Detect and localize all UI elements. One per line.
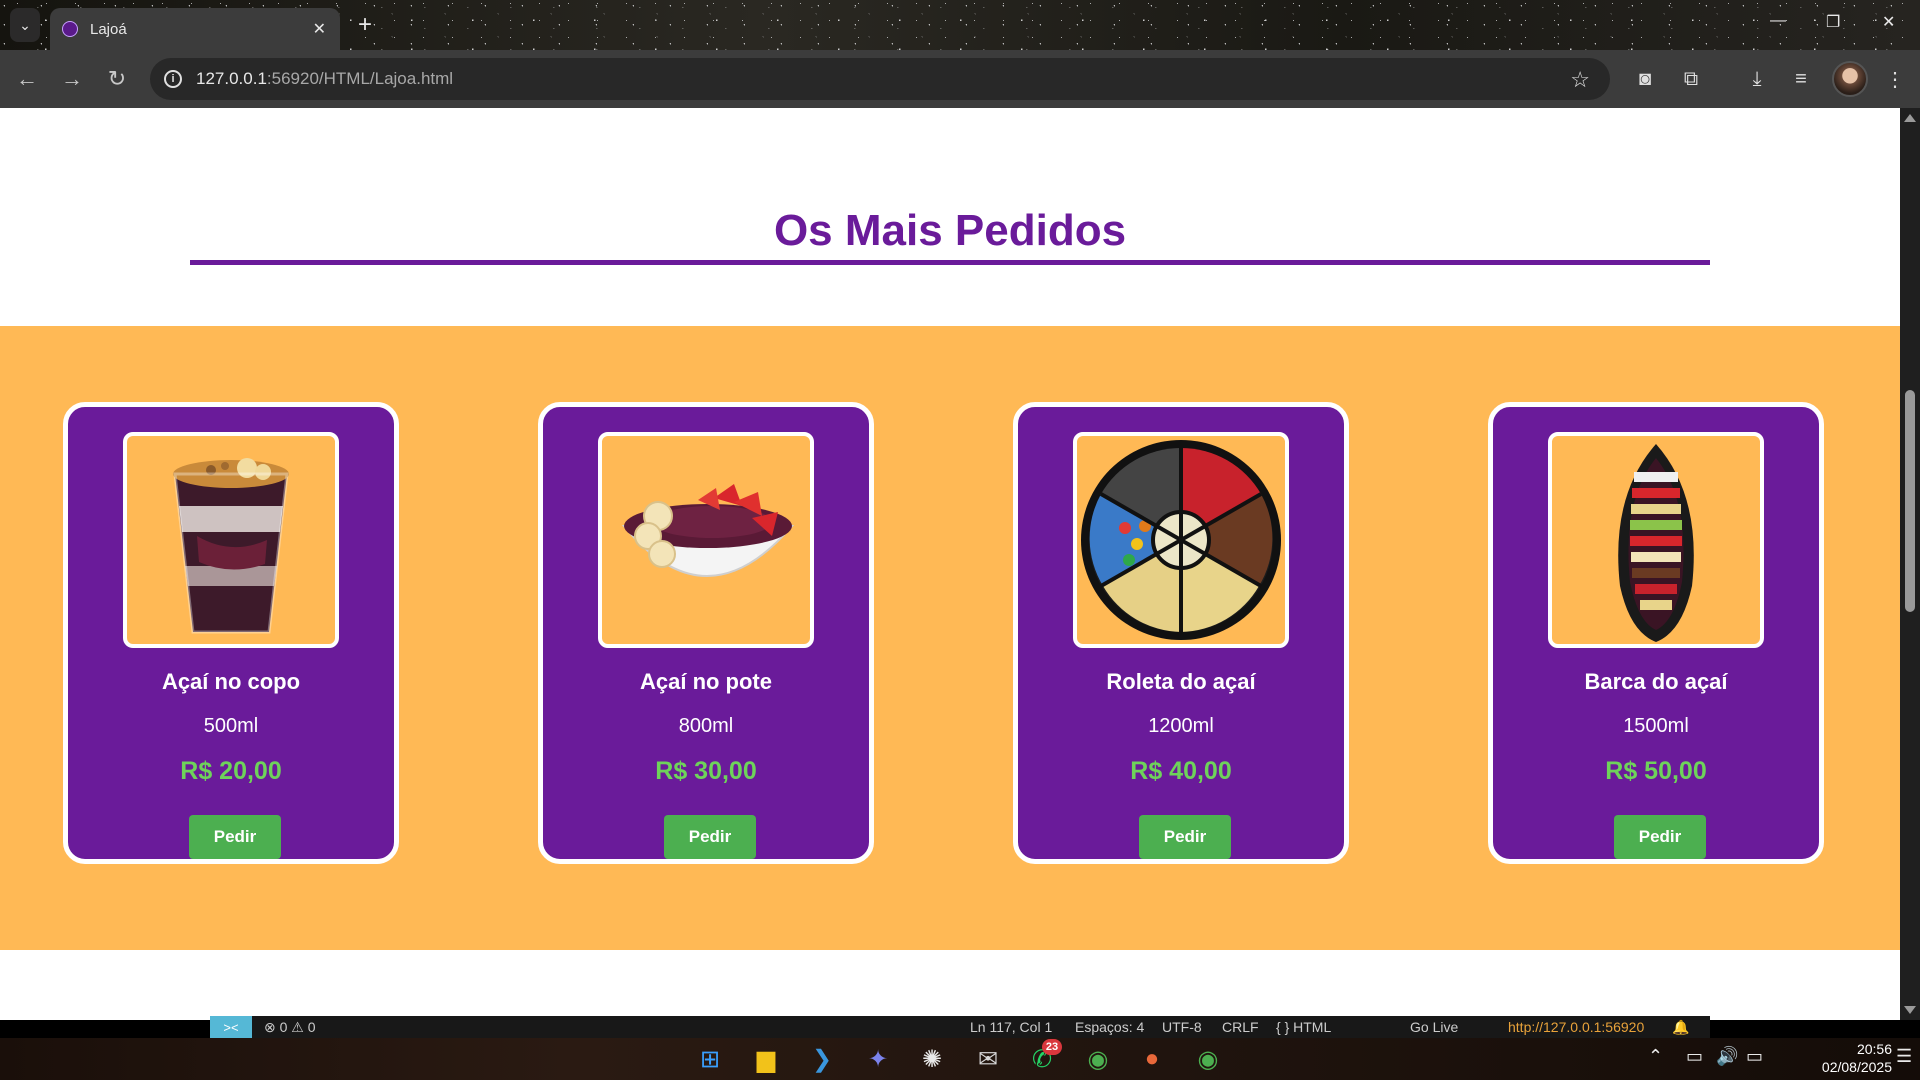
download-icon[interactable]: ⤓ bbox=[1742, 64, 1772, 94]
windows-start-icon[interactable]: ⊞ bbox=[690, 1041, 730, 1077]
products-band: Açaí no copo 500ml R$ 20,00 Pedir Açaí n… bbox=[0, 326, 1900, 950]
favicon-icon bbox=[62, 21, 78, 37]
product-name: Roleta do açaí bbox=[1106, 669, 1256, 694]
order-button[interactable]: Pedir bbox=[189, 815, 281, 859]
language-mode[interactable]: { } HTML bbox=[1276, 1019, 1331, 1035]
product-card: Barca do açaí 1500ml R$ 50,00 Pedir bbox=[1488, 402, 1824, 864]
mail-icon[interactable]: ✉ bbox=[968, 1041, 1008, 1077]
whatsapp-icon[interactable]: ✆ 23 bbox=[1022, 1039, 1062, 1077]
extensions-icon[interactable]: ⧉ bbox=[1676, 64, 1706, 94]
problems-count[interactable]: ⊗ 0 ⚠ 0 bbox=[264, 1019, 316, 1036]
tab-lajoa[interactable]: Lajoá ✕ bbox=[50, 8, 340, 50]
tab-title: Lajoá bbox=[90, 20, 127, 38]
chrome-icon[interactable]: ◉ bbox=[1078, 1041, 1118, 1077]
tray-chevron-icon[interactable]: ⌃ bbox=[1648, 1046, 1663, 1067]
product-card: Açaí no copo 500ml R$ 20,00 Pedir bbox=[63, 402, 399, 864]
browser-toolbar: ← → ↻ i 127.0.0.1:56920/HTML/Lajoa.html … bbox=[0, 50, 1920, 108]
product-price: R$ 30,00 bbox=[655, 757, 757, 785]
product-volume: 800ml bbox=[678, 715, 734, 737]
minimize-icon[interactable]: — bbox=[1770, 12, 1786, 30]
product-price: R$ 50,00 bbox=[1605, 757, 1707, 785]
chrome-profile-icon[interactable]: ◉ bbox=[1188, 1041, 1228, 1077]
new-tab-button[interactable]: + bbox=[350, 10, 380, 40]
remote-icon[interactable]: >< bbox=[210, 1016, 252, 1038]
product-volume: 1500ml bbox=[1623, 715, 1689, 737]
menu-kebab-icon[interactable]: ⋮ bbox=[1880, 64, 1910, 94]
product-price: R$ 20,00 bbox=[180, 757, 282, 785]
clock-time: 20:56 bbox=[1856, 1041, 1892, 1057]
product-image-barca bbox=[1548, 432, 1764, 648]
vscode-icon[interactable]: ❯ bbox=[802, 1041, 842, 1077]
encoding[interactable]: UTF-8 bbox=[1162, 1019, 1202, 1035]
product-card: Roleta do açaí 1200ml R$ 40,00 Pedir bbox=[1013, 402, 1349, 864]
taskbar-clock[interactable]: 20:56 02/08/2025 bbox=[1782, 1040, 1892, 1076]
vscode-status-bar: >< ⊗ 0 ⚠ 0 Ln 117, Col 1 Espaços: 4 UTF-… bbox=[210, 1016, 1710, 1038]
tab-search-button[interactable]: ⌄ bbox=[10, 8, 40, 42]
title-underline bbox=[190, 260, 1710, 265]
forward-icon[interactable]: → bbox=[57, 64, 87, 94]
product-card: Açaí no pote 800ml R$ 30,00 Pedir bbox=[538, 402, 874, 864]
product-name: Açaí no copo bbox=[161, 669, 301, 694]
product-volume: 1200ml bbox=[1148, 715, 1214, 737]
cursor-position[interactable]: Ln 117, Col 1 bbox=[970, 1019, 1052, 1035]
page-scrollbar[interactable] bbox=[1900, 108, 1920, 1020]
notifications-icon[interactable]: ☰ bbox=[1896, 1046, 1912, 1067]
product-name: Açaí no pote bbox=[639, 669, 772, 694]
scroll-up-icon[interactable] bbox=[1904, 114, 1916, 122]
product-volume: 500ml bbox=[203, 715, 259, 737]
windows-taskbar: ⊞ ▆ ❯ ✦ ✺ ✉ ✆ 23 ◉ ● ◉ ⌃ ▭ 🔊 ▭ 20:56 02/… bbox=[0, 1038, 1920, 1080]
url-path: :56920/HTML/Lajoa.html bbox=[266, 69, 454, 88]
indent-setting[interactable]: Espaços: 4 bbox=[1075, 1019, 1144, 1035]
product-name: Barca do açaí bbox=[1584, 669, 1728, 694]
notification-bell-icon[interactable]: 🔔 bbox=[1672, 1019, 1689, 1036]
address-bar[interactable]: i 127.0.0.1:56920/HTML/Lajoa.html ☆ bbox=[150, 58, 1610, 100]
product-price: R$ 40,00 bbox=[1130, 757, 1232, 785]
line-ending[interactable]: CRLF bbox=[1222, 1019, 1259, 1035]
site-info-icon[interactable]: i bbox=[164, 70, 182, 88]
close-icon[interactable]: ✕ bbox=[313, 19, 326, 39]
clock-date: 02/08/2025 bbox=[1821, 1059, 1892, 1075]
live-server-url[interactable]: http://127.0.0.1:56920 bbox=[1508, 1019, 1644, 1035]
page-content: Os Mais Pedidos Açaí no copo 500ml R$ 20… bbox=[0, 108, 1900, 1020]
teams-icon[interactable]: ✦ bbox=[858, 1041, 898, 1077]
scroll-down-icon[interactable] bbox=[1904, 1006, 1916, 1014]
whatsapp-badge: 23 bbox=[1042, 1039, 1062, 1055]
go-live[interactable]: Go Live bbox=[1410, 1019, 1458, 1035]
chatgpt-icon[interactable]: ✺ bbox=[912, 1041, 952, 1077]
bookmark-star-icon[interactable]: ☆ bbox=[1570, 67, 1590, 93]
back-icon[interactable]: ← bbox=[12, 64, 42, 94]
section-title: Os Mais Pedidos bbox=[773, 206, 1127, 255]
order-button[interactable]: Pedir bbox=[664, 815, 756, 859]
reload-icon[interactable]: ↻ bbox=[102, 64, 132, 94]
url-host: 127.0.0.1 bbox=[196, 69, 267, 88]
media-control-icon[interactable]: ≡ bbox=[1786, 64, 1816, 94]
restore-icon[interactable]: ❐ bbox=[1826, 12, 1840, 32]
product-image-acai-copo bbox=[123, 432, 339, 648]
scroll-thumb[interactable] bbox=[1905, 390, 1915, 612]
order-button[interactable]: Pedir bbox=[1139, 815, 1231, 859]
order-button[interactable]: Pedir bbox=[1614, 815, 1706, 859]
volume-icon[interactable]: 🔊 bbox=[1716, 1046, 1738, 1067]
product-image-roleta bbox=[1073, 432, 1289, 648]
network-icon[interactable]: ▭ bbox=[1686, 1046, 1703, 1067]
product-image-acai-pote bbox=[598, 432, 814, 648]
close-window-icon[interactable]: ✕ bbox=[1882, 12, 1895, 32]
app-icon[interactable]: ● bbox=[1132, 1041, 1172, 1077]
browser-tab-strip: ⌄ Lajoá ✕ + — ❐ ✕ bbox=[0, 0, 1920, 50]
incognito-icon[interactable]: ◙ bbox=[1630, 64, 1660, 94]
battery-icon[interactable]: ▭ bbox=[1746, 1046, 1763, 1067]
profile-avatar[interactable] bbox=[1832, 61, 1868, 97]
file-explorer-icon[interactable]: ▆ bbox=[746, 1041, 786, 1077]
